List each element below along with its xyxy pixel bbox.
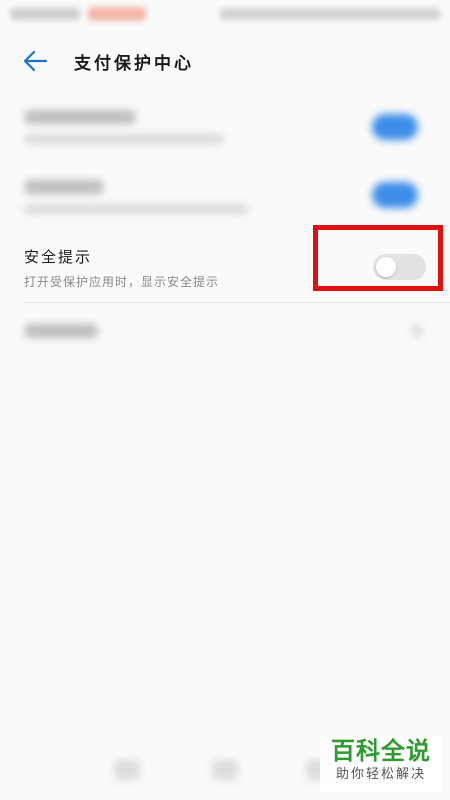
row-divider	[24, 302, 450, 303]
watermark-sub-text: 助你轻松解决	[335, 767, 426, 782]
watermark-main-text: 百科全说	[331, 737, 431, 765]
arrow-left-icon	[23, 50, 48, 72]
blurred-row-3-chevron	[412, 324, 422, 338]
back-button[interactable]	[18, 46, 52, 76]
blurred-setting-row-1	[0, 96, 450, 160]
app-header: 支付保护中心	[0, 36, 450, 88]
screen: 支付保护中心 安全提示 打开受保护应用时，显示安全提示 百科全说 助你轻松解决	[0, 0, 450, 800]
blurred-row-3-title	[24, 324, 98, 338]
page-title: 支付保护中心	[74, 54, 194, 74]
security-prompt-title: 安全提示	[24, 248, 93, 266]
security-prompt-subtitle: 打开受保护应用时，显示安全提示	[24, 275, 220, 289]
blurred-row-1-title	[24, 110, 136, 124]
status-bar	[0, 0, 450, 28]
blurred-row-1-toggle[interactable]	[372, 114, 418, 140]
blurred-row-2-title	[24, 180, 104, 194]
blurred-setting-row-3[interactable]	[0, 308, 450, 358]
status-bar-right-info	[220, 8, 440, 20]
nav-home-button[interactable]	[212, 760, 238, 780]
blurred-row-2-toggle[interactable]	[372, 182, 418, 208]
nav-back-button[interactable]	[114, 760, 140, 780]
highlight-box	[313, 225, 443, 291]
watermark-logo: 百科全说 助你轻松解决	[320, 736, 442, 792]
status-bar-left-info	[10, 8, 80, 20]
status-bar-notification	[88, 7, 146, 21]
blurred-row-2-subtitle	[24, 204, 248, 214]
blurred-setting-row-2	[0, 166, 450, 230]
blurred-row-1-subtitle	[24, 134, 224, 144]
